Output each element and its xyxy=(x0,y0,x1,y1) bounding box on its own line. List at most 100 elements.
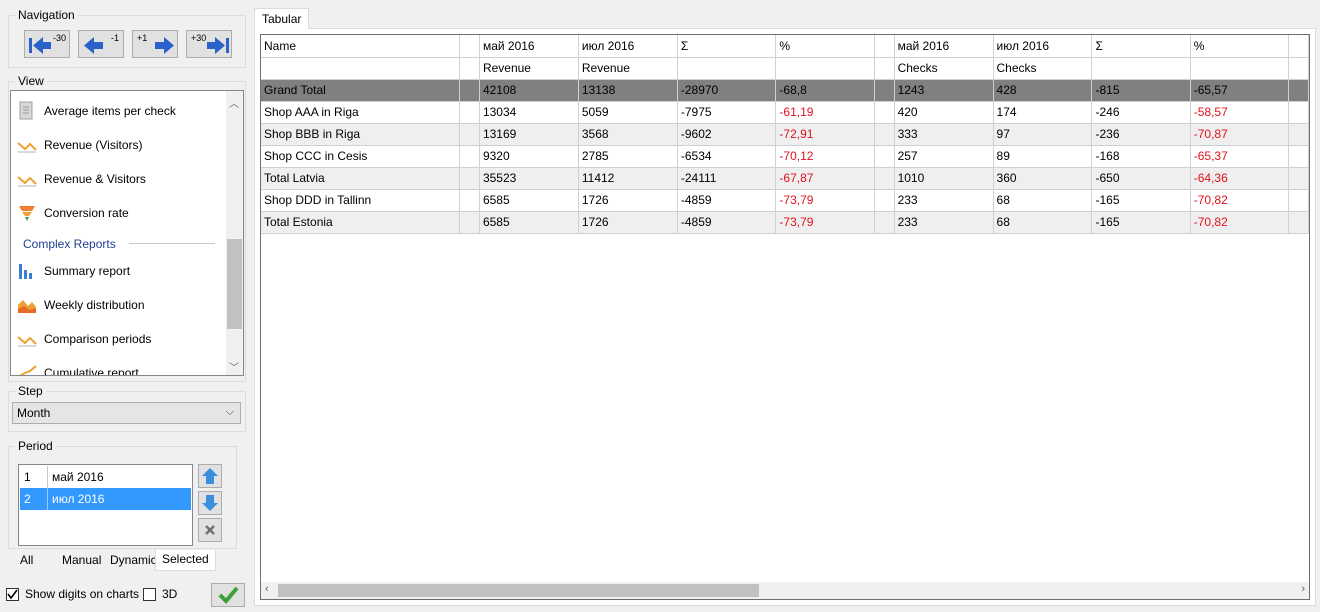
table-cell: Shop BBB in Riga xyxy=(261,123,461,146)
three-d-checkbox[interactable] xyxy=(143,588,156,601)
scroll-down-icon[interactable]: ﹀ xyxy=(229,359,239,374)
tab-tabular[interactable]: Tabular xyxy=(254,8,310,29)
report-item[interactable]: Comparison periods xyxy=(17,328,151,350)
table-cell: 35523 xyxy=(479,167,579,190)
table-cell: 13138 xyxy=(578,79,678,102)
period-row[interactable]: 1 май 2016 xyxy=(20,466,191,488)
forward-30-button[interactable]: +30 xyxy=(186,30,232,58)
step-select[interactable]: Month ⌵ xyxy=(12,402,241,424)
table-cell: 233 xyxy=(894,211,994,234)
table-cell: -65,57 xyxy=(1190,79,1290,102)
scroll-left-icon[interactable]: ‹ xyxy=(265,583,269,595)
data-grid[interactable]: Name май 2016 июл 2016 Σ% май 2016 июл 2016 Σ%… xyxy=(260,34,1310,600)
apply-button[interactable] xyxy=(211,583,245,607)
table-header-row[interactable]: Name май 2016 июл 2016 Σ% май 2016 июл 2016 Σ% xyxy=(261,35,1309,58)
table-cell: Σ xyxy=(1091,35,1191,58)
trend-line-icon xyxy=(17,169,37,189)
back-30-button[interactable]: -30 xyxy=(24,30,70,58)
table-cell: -815 xyxy=(1091,79,1191,102)
table-cell: -168 xyxy=(1091,145,1191,168)
table-subheader-row[interactable]: Revenue Revenue Checks Checks xyxy=(261,57,1309,80)
scroll-up-icon[interactable]: ︿ xyxy=(229,95,239,110)
check-icon xyxy=(218,586,239,604)
report-item[interactable]: Weekly distribution xyxy=(17,294,145,316)
scroll-thumb[interactable] xyxy=(227,239,242,329)
tab-all[interactable]: All xyxy=(14,551,39,571)
table-cell xyxy=(459,167,480,190)
table-cell: -70,12 xyxy=(775,145,875,168)
table-cell: 97 xyxy=(993,123,1093,146)
table-row[interactable]: Shop CCC in Cesis 9320 2785 -6534 -70,12 257 8… xyxy=(261,145,1309,168)
table-cell: 233 xyxy=(894,189,994,212)
table-cell: -73,79 xyxy=(775,189,875,212)
report-list[interactable]: Average items per check Revenue (Visitor… xyxy=(10,90,244,376)
move-up-button[interactable] xyxy=(198,464,222,488)
tab-selected[interactable]: Selected xyxy=(155,550,216,571)
table-row[interactable]: Shop AAA in Riga 13034 5059 -7975 -61,19 420 1… xyxy=(261,101,1309,124)
table-cell xyxy=(874,35,895,58)
tab-manual[interactable]: Manual xyxy=(56,551,107,571)
three-d-label[interactable]: 3D xyxy=(162,587,177,601)
table-cell xyxy=(677,57,777,80)
complex-reports-heading: Complex Reports xyxy=(23,237,116,251)
table-cell: 420 xyxy=(894,101,994,124)
hscroll-thumb[interactable] xyxy=(278,584,759,597)
show-digits-label[interactable]: Show digits on charts xyxy=(25,587,139,601)
table-cell: 6585 xyxy=(479,189,579,212)
back-1-button[interactable]: -1 xyxy=(78,30,124,58)
arrow-down-icon xyxy=(202,495,218,511)
report-item[interactable]: Revenue (Visitors) xyxy=(17,134,142,156)
table-row[interactable]: Shop DDD in Tallinn 6585 1726 -4859 -73,79 23… xyxy=(261,189,1309,212)
table-cell: 6585 xyxy=(479,211,579,234)
table-cell-filler xyxy=(1288,79,1309,102)
table-cell: -650 xyxy=(1091,167,1191,190)
report-item[interactable]: Summary report xyxy=(17,260,130,282)
funnel-icon xyxy=(17,203,37,223)
table-row[interactable]: Total Latvia 35523 11412 -24111 -67,87 1010 36… xyxy=(261,167,1309,190)
table-cell: Revenue xyxy=(578,57,678,80)
report-item[interactable]: Revenue & Visitors xyxy=(17,168,146,190)
grid-hscrollbar[interactable]: ‹ › xyxy=(261,582,1309,599)
report-item[interactable]: Conversion rate xyxy=(17,202,129,224)
period-title: Period xyxy=(15,440,56,453)
table-cell xyxy=(874,145,895,168)
report-item[interactable]: Cumulative report xyxy=(17,362,139,375)
table-cell: -72,91 xyxy=(775,123,875,146)
table-cell-filler xyxy=(1288,57,1309,80)
period-list[interactable]: 1 май 2016 2 июл 2016 xyxy=(18,464,193,546)
forward-1-button[interactable]: +1 xyxy=(132,30,178,58)
report-item-label: Comparison periods xyxy=(44,332,152,346)
table-cell: 333 xyxy=(894,123,994,146)
show-digits-checkbox[interactable] xyxy=(6,588,19,601)
heading-divider xyxy=(129,243,215,244)
remove-button[interactable] xyxy=(198,518,222,542)
grand-total-row[interactable]: Grand Total 42108 13138 -28970 -68,8 1243 428-… xyxy=(261,79,1309,102)
table-cell xyxy=(874,189,895,212)
table-cell: 257 xyxy=(894,145,994,168)
period-row-num: 2 xyxy=(20,488,48,510)
table-cell: -67,87 xyxy=(775,167,875,190)
table-row[interactable]: Total Estonia 6585 1726 -4859 -73,79 233 68 -16… xyxy=(261,211,1309,234)
table-cell: -165 xyxy=(1091,189,1191,212)
bar-chart-icon xyxy=(17,261,37,281)
table-cell: 13169 xyxy=(479,123,579,146)
table-cell: 42108 xyxy=(479,79,579,102)
table-cell: 68 xyxy=(993,189,1093,212)
arrow-up-icon xyxy=(202,468,218,484)
table-cell: Total Latvia xyxy=(261,167,461,190)
move-down-button[interactable] xyxy=(198,491,222,515)
scroll-right-icon[interactable]: › xyxy=(1301,583,1305,595)
table-cell xyxy=(459,211,480,234)
skip-forward-icon xyxy=(207,37,229,54)
table-cell xyxy=(459,123,480,146)
report-item-label: Summary report xyxy=(44,264,131,278)
tab-dynamic[interactable]: Dynamic xyxy=(104,551,163,571)
report-list-scrollbar[interactable]: ︿ ﹀ xyxy=(226,91,243,375)
period-row-selected[interactable]: 2 июл 2016 xyxy=(20,488,191,510)
trend-line-icon xyxy=(17,363,37,375)
table-cell: 2785 xyxy=(578,145,678,168)
checkmark-icon xyxy=(7,589,18,600)
report-item[interactable]: Average items per check xyxy=(17,100,176,122)
table-row[interactable]: Shop BBB in Riga 13169 3568 -9602 -72,91 333 9… xyxy=(261,123,1309,146)
period-row-num: 1 xyxy=(20,466,48,488)
